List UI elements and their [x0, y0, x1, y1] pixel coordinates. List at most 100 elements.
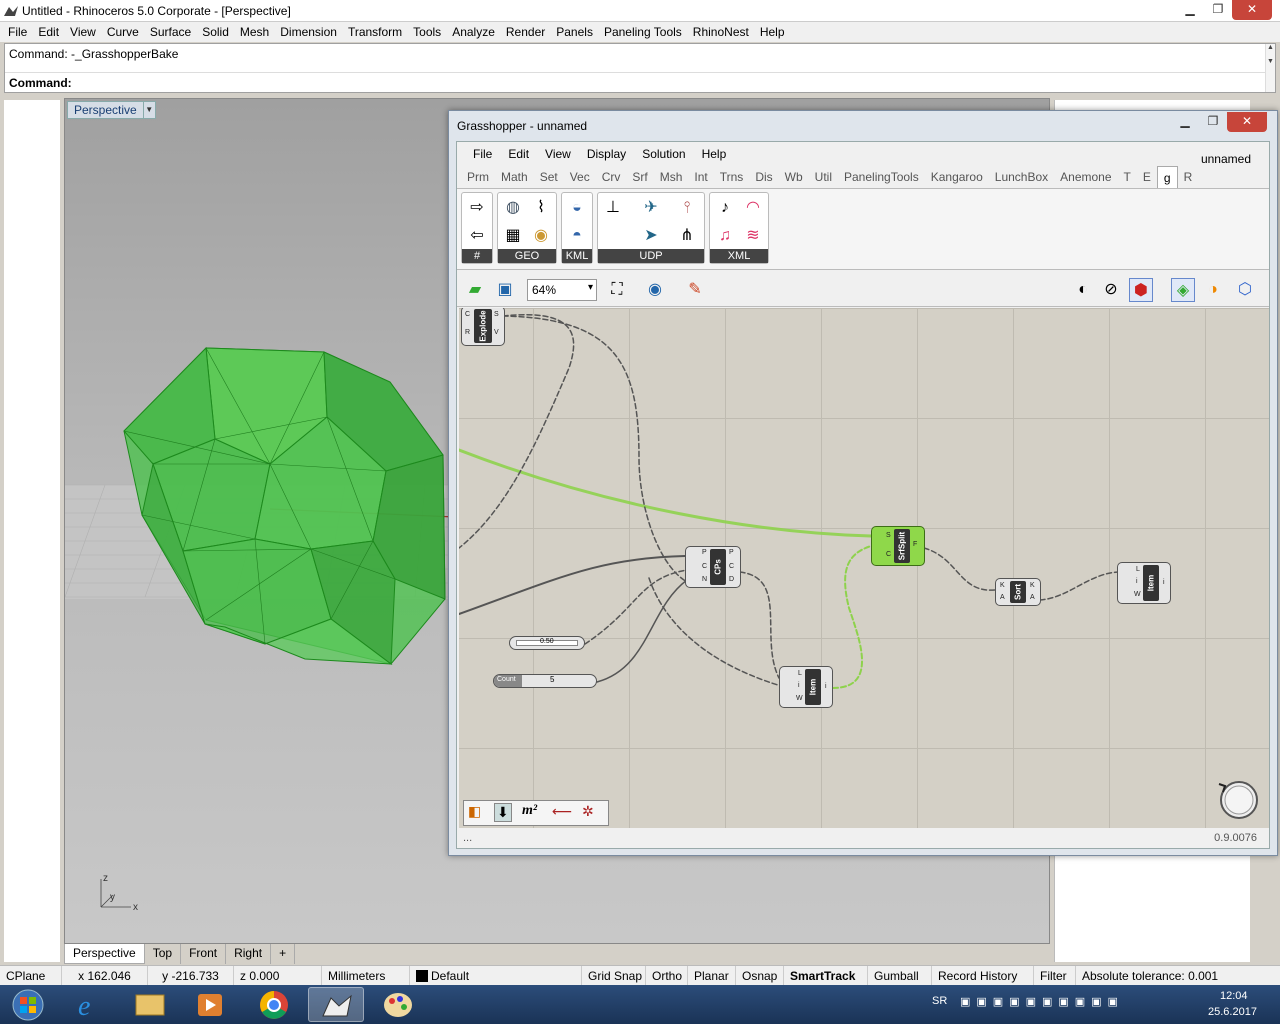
cps-output-d[interactable]: D — [729, 576, 734, 583]
start-button-icon[interactable] — [8, 988, 48, 1022]
headphones-icon[interactable]: ♫ — [714, 225, 736, 247]
toggle-osnap[interactable]: Osnap — [736, 966, 784, 985]
chrome-icon[interactable] — [246, 987, 302, 1022]
preview-shaded-icon[interactable]: ◐ — [1071, 278, 1095, 302]
terrain-icon[interactable]: ⌇ — [530, 197, 552, 219]
units-label[interactable]: Millimeters — [322, 966, 410, 985]
grid-icon[interactable]: ▦ — [502, 225, 524, 247]
srfsplit-component[interactable]: S C SrfSplit F — [871, 526, 925, 566]
menu-help[interactable]: Help — [756, 22, 792, 42]
clock-date[interactable]: 25.6.2017 — [1208, 1006, 1257, 1018]
kml-export-icon[interactable]: ◓ — [566, 225, 588, 247]
gh-tab-prm[interactable]: Prm — [461, 166, 495, 188]
number-slider[interactable]: 0.50 — [509, 636, 585, 650]
preview-eye-icon[interactable]: ◉ — [643, 278, 667, 302]
ribbon-label-geo[interactable]: GEO — [498, 249, 556, 263]
menu-solid[interactable]: Solid — [198, 22, 236, 42]
internet-explorer-icon[interactable]: e — [62, 987, 118, 1022]
gh-tab-t[interactable]: T — [1118, 166, 1137, 188]
gh-menu-file[interactable]: File — [465, 142, 500, 164]
navigation-dial-icon[interactable] — [1211, 772, 1259, 820]
cps-input-p[interactable]: P — [702, 549, 707, 556]
udp-listen-icon[interactable]: ➤ — [640, 225, 662, 247]
gh-tab-e[interactable]: E — [1137, 166, 1157, 188]
srfsplit-output-f[interactable]: F — [913, 541, 917, 548]
mesh-preview-icon[interactable]: ◈ — [1171, 278, 1195, 302]
cps-output-c[interactable]: C — [729, 563, 734, 570]
list-item-component-1[interactable]: L i W Item i — [779, 666, 833, 708]
explode-input-c[interactable]: C — [465, 311, 470, 318]
minimize-button[interactable]: ▁ — [1176, 0, 1204, 20]
sort-output-k[interactable]: K — [1030, 582, 1035, 589]
menu-file[interactable]: File — [4, 22, 34, 42]
toggle-planar[interactable]: Planar — [688, 966, 736, 985]
gh-tab-math[interactable]: Math — [495, 166, 534, 188]
menu-transform[interactable]: Transform — [344, 22, 409, 42]
preview-wire-icon[interactable]: ⊘ — [1099, 278, 1123, 302]
restore-button[interactable]: ❐ — [1204, 0, 1232, 20]
rhino-taskbar-icon[interactable] — [308, 987, 364, 1022]
viewport-menu-arrow-icon[interactable]: ▼ — [142, 102, 155, 118]
media-player-icon[interactable] — [182, 987, 238, 1022]
item2-output-i[interactable]: i — [1163, 579, 1165, 586]
cplane-label[interactable]: CPlane — [0, 966, 62, 985]
kml-earth-icon[interactable]: ◒ — [566, 197, 588, 219]
gh-tab-panelingtools[interactable]: PanelingTools — [838, 166, 925, 188]
zoom-extents-icon[interactable]: ⛶ — [605, 278, 629, 302]
ribbon-label-kml[interactable]: KML — [562, 249, 592, 263]
explode-output-v[interactable]: V — [494, 329, 499, 336]
ribbon-label-udp[interactable]: UDP — [598, 249, 704, 263]
gh-tab-vec[interactable]: Vec — [564, 166, 596, 188]
toggle-ortho[interactable]: Ortho — [646, 966, 688, 985]
bake-icon[interactable]: ◧ — [468, 803, 481, 820]
layer-indicator[interactable]: Default — [410, 966, 582, 985]
cps-output-p[interactable]: P — [729, 549, 734, 556]
zoom-dropdown[interactable]: 64% — [527, 279, 597, 301]
gh-tab-lunchbox[interactable]: LunchBox — [989, 166, 1054, 188]
cps-input-c[interactable]: C — [702, 563, 707, 570]
gh-close-button[interactable]: ✕ — [1227, 112, 1267, 132]
toggle-filter[interactable]: Filter — [1034, 966, 1076, 985]
menu-rhinonest[interactable]: RhinoNest — [689, 22, 756, 42]
gh-tab-crv[interactable]: Crv — [596, 166, 627, 188]
open-file-icon[interactable]: ▰ — [463, 278, 487, 302]
tab-right[interactable]: Right — [226, 944, 272, 964]
download-icon[interactable]: ⬇ — [494, 803, 512, 822]
command-prompt[interactable]: Command: — [9, 76, 72, 90]
paint-icon[interactable] — [370, 987, 426, 1022]
gh-menu-solution[interactable]: Solution — [634, 142, 693, 164]
gh-tab-srf[interactable]: Srf — [626, 166, 653, 188]
material-preview-icon[interactable]: ◑ — [1201, 278, 1225, 302]
tab-top[interactable]: Top — [145, 944, 182, 964]
gh-tab-dis[interactable]: Dis — [749, 166, 778, 188]
item1-input-l[interactable]: L — [798, 670, 802, 677]
gh-canvas[interactable]: C R Explode S V P C N CPs P C D S C SrfS… — [459, 308, 1269, 828]
gh-menu-edit[interactable]: Edit — [500, 142, 537, 164]
file-explorer-icon[interactable] — [122, 987, 178, 1022]
gh-menu-display[interactable]: Display — [579, 142, 634, 164]
menu-paneling-tools[interactable]: Paneling Tools — [600, 22, 689, 42]
gh-tab-g[interactable]: g — [1156, 166, 1178, 188]
toggle-record-history[interactable]: Record History — [932, 966, 1034, 985]
menu-render[interactable]: Render — [502, 22, 552, 42]
menu-surface[interactable]: Surface — [146, 22, 198, 42]
gh-tab-int[interactable]: Int — [688, 166, 713, 188]
add-viewport-tab[interactable]: + — [271, 944, 296, 964]
udp-receive-icon[interactable]: ✈ — [640, 197, 662, 219]
close-button[interactable]: ✕ — [1232, 0, 1272, 20]
gh-tab-set[interactable]: Set — [534, 166, 564, 188]
gh-tab-msh[interactable]: Msh — [654, 166, 689, 188]
preview-selected-icon[interactable]: ⬢ — [1129, 278, 1153, 302]
rss-icon[interactable]: ◠ — [742, 197, 764, 219]
menu-edit[interactable]: Edit — [34, 22, 66, 42]
menu-curve[interactable]: Curve — [103, 22, 146, 42]
ribbon-label-xml[interactable]: XML — [710, 249, 768, 263]
gh-menu-help[interactable]: Help — [694, 142, 735, 164]
language-indicator[interactable]: SR — [932, 995, 947, 1007]
export-icon[interactable]: ⇨ — [466, 197, 488, 219]
gh-tab-util[interactable]: Util — [809, 166, 838, 188]
srfsplit-input-c[interactable]: C — [886, 551, 891, 558]
display-options-icon[interactable]: ⬡ — [1233, 278, 1257, 302]
explode-component[interactable]: C R Explode S V — [461, 308, 505, 346]
explode-input-r[interactable]: R — [465, 329, 470, 336]
